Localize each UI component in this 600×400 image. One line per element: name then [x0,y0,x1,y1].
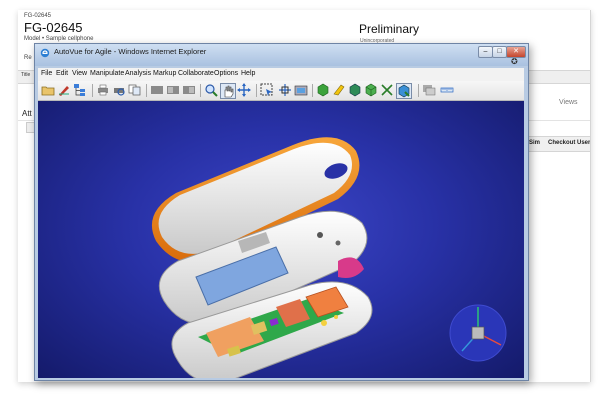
toolbar-separator [200,84,201,97]
model-line: Model • Sample cellphone [24,36,94,42]
table-header-sim: Sim [529,140,541,146]
toolbar-separator [146,84,147,97]
print-preview-icon[interactable] [112,83,126,97]
select-icon[interactable] [260,83,274,97]
rotate-icon[interactable] [237,83,251,97]
camera-icon[interactable] [294,83,308,97]
menu-bar: File Edit View Manipulate Analysis Marku… [38,68,524,81]
3d-viewport[interactable] [38,101,524,378]
tree-icon[interactable] [73,83,87,97]
menu-options[interactable]: Options [214,70,238,77]
menu-manipulate[interactable]: Manipulate [90,70,124,77]
table-header: Sim Checkout User [526,136,591,152]
autovue-window: AutoVue for Agile - Windows Internet Exp… [34,43,529,381]
print-icon[interactable] [96,83,110,97]
pin-icon[interactable]: ✪ [511,57,518,66]
measure-icon[interactable] [440,83,454,97]
view-b-icon[interactable] [166,83,180,97]
zoom-icon[interactable] [204,83,218,97]
window-title: AutoVue for Agile - Windows Internet Exp… [54,47,207,56]
maximize-button[interactable]: □ [492,46,507,58]
toolbar-separator [92,84,93,97]
menu-edit[interactable]: Edit [56,70,68,77]
menu-collaborate[interactable]: Collaborate [178,70,214,77]
tab-title[interactable]: Title [21,72,30,78]
menu-help[interactable]: Help [241,70,255,77]
menu-analysis[interactable]: Analysis [125,70,151,77]
ie-icon [40,48,50,58]
views-label[interactable]: Views [559,99,578,106]
wireframe-icon[interactable] [348,83,362,97]
solid-icon[interactable] [332,83,346,97]
toolbar [38,81,524,101]
menu-view[interactable]: View [72,70,87,77]
explode-icon[interactable] [380,83,394,97]
status-label: Preliminary [359,22,420,36]
hand-pan-icon[interactable] [220,83,236,99]
toolbar-separator [312,84,313,97]
copy-icon[interactable] [128,83,142,97]
page-title: FG-02645 [24,20,83,35]
top-label: FG-02645 [24,13,52,19]
table-header-checkout-user: Checkout User [548,140,591,146]
menu-file[interactable]: File [41,70,52,77]
shaded-icon[interactable] [316,83,330,97]
panel-icon[interactable] [422,83,436,97]
orientation-axis-widget[interactable] [38,101,524,378]
settings-icon[interactable] [396,83,412,99]
view-a-icon[interactable] [150,83,164,97]
open-icon[interactable] [41,83,55,97]
re-label: Re [24,55,32,61]
attachments-label: Att [22,109,32,118]
toolbar-separator [418,84,419,97]
minimize-button[interactable]: – [478,46,493,58]
fit-icon[interactable] [278,83,292,97]
view-c-icon[interactable] [182,83,196,97]
menu-markup[interactable]: Markup [153,70,176,77]
markup-pen-icon[interactable] [57,83,71,97]
cube-icon[interactable] [364,83,378,97]
toolbar-separator [256,84,257,97]
window-titlebar[interactable]: AutoVue for Agile - Windows Internet Exp… [35,44,528,66]
